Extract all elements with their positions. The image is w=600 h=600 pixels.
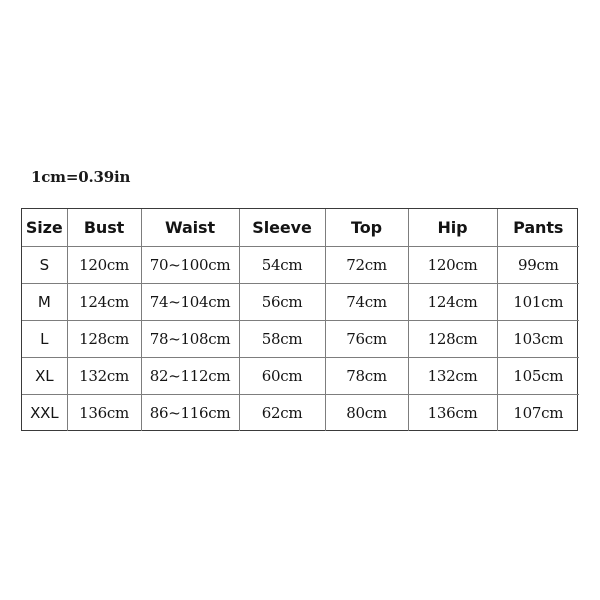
cell-size: XXL bbox=[22, 394, 68, 431]
column-header-waist: Waist bbox=[141, 209, 240, 247]
table-row: S 120cm 70~100cm 54cm 72cm 120cm 99cm bbox=[22, 246, 579, 284]
cell-hip: 136cm bbox=[408, 394, 498, 431]
cell-hip: 128cm bbox=[408, 320, 498, 358]
table-row: XXL 136cm 86~116cm 62cm 80cm 136cm 107cm bbox=[22, 394, 579, 431]
cell-hip: 124cm bbox=[408, 283, 498, 321]
cell-waist: 70~100cm bbox=[141, 246, 240, 284]
size-table: Size Bust Waist Sleeve Top Hip Pants S 1… bbox=[22, 209, 579, 431]
table-row: XL 132cm 82~112cm 60cm 78cm 132cm 105cm bbox=[22, 357, 579, 395]
cell-waist: 74~104cm bbox=[141, 283, 240, 321]
table-row: L 128cm 78~108cm 58cm 76cm 128cm 103cm bbox=[22, 320, 579, 358]
cell-top: 74cm bbox=[325, 283, 409, 321]
size-chart-table: Size Bust Waist Sleeve Top Hip Pants S 1… bbox=[21, 208, 579, 431]
cell-size: L bbox=[22, 320, 68, 358]
cell-sleeve: 58cm bbox=[239, 320, 326, 358]
cell-size: S bbox=[22, 246, 68, 284]
cell-sleeve: 54cm bbox=[239, 246, 326, 284]
cell-hip: 120cm bbox=[408, 246, 498, 284]
cell-top: 80cm bbox=[325, 394, 409, 431]
cell-bust: 132cm bbox=[67, 357, 142, 395]
cell-waist: 82~112cm bbox=[141, 357, 240, 395]
cell-sleeve: 60cm bbox=[239, 357, 326, 395]
size-chart-page: 1cm=0.39in Size Bust Waist Sleeve Top Hi… bbox=[0, 0, 600, 600]
cell-top: 78cm bbox=[325, 357, 409, 395]
column-header-hip: Hip bbox=[408, 209, 498, 247]
cell-top: 72cm bbox=[325, 246, 409, 284]
cell-size: M bbox=[22, 283, 68, 321]
header-row: Size Bust Waist Sleeve Top Hip Pants bbox=[22, 209, 579, 247]
cell-pants: 99cm bbox=[497, 246, 579, 284]
cell-bust: 136cm bbox=[67, 394, 142, 431]
cell-bust: 120cm bbox=[67, 246, 142, 284]
cell-pants: 105cm bbox=[497, 357, 579, 395]
table-row: M 124cm 74~104cm 56cm 74cm 124cm 101cm bbox=[22, 283, 579, 321]
table-header: Size Bust Waist Sleeve Top Hip Pants bbox=[22, 209, 579, 247]
cell-hip: 132cm bbox=[408, 357, 498, 395]
unit-conversion-note: 1cm=0.39in bbox=[31, 168, 131, 186]
cell-size: XL bbox=[22, 357, 68, 395]
column-header-top: Top bbox=[325, 209, 409, 247]
cell-pants: 103cm bbox=[497, 320, 579, 358]
cell-pants: 101cm bbox=[497, 283, 579, 321]
column-header-sleeve: Sleeve bbox=[239, 209, 326, 247]
cell-waist: 86~116cm bbox=[141, 394, 240, 431]
column-header-pants: Pants bbox=[497, 209, 579, 247]
cell-bust: 124cm bbox=[67, 283, 142, 321]
table-body: S 120cm 70~100cm 54cm 72cm 120cm 99cm M … bbox=[22, 246, 579, 431]
cell-pants: 107cm bbox=[513, 403, 564, 422]
column-header-bust: Bust bbox=[67, 209, 142, 247]
cell-top: 76cm bbox=[325, 320, 409, 358]
cell-sleeve: 62cm bbox=[239, 394, 326, 431]
cell-bust: 128cm bbox=[67, 320, 142, 358]
cell-sleeve: 56cm bbox=[239, 283, 326, 321]
cell-waist: 78~108cm bbox=[141, 320, 240, 358]
column-header-size: Size bbox=[22, 209, 68, 247]
